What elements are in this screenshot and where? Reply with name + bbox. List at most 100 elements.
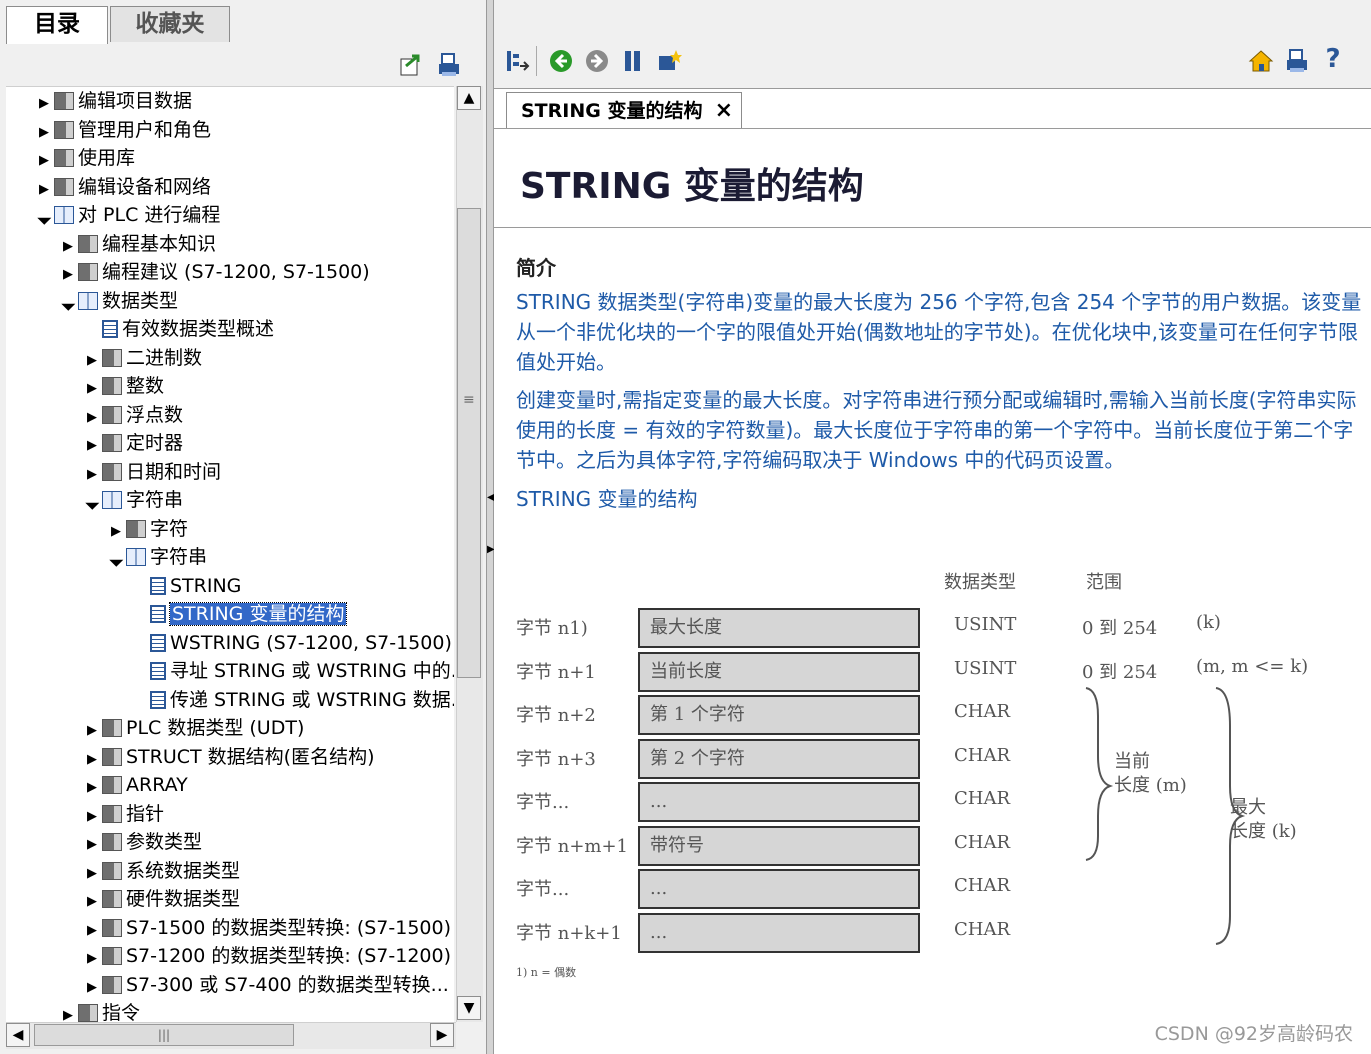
tree-node[interactable]: ▶ 管理用户和角色 xyxy=(34,116,211,144)
tree-node[interactable]: ◢ 对 PLC 进行编程 xyxy=(34,201,221,229)
close-tab-icon[interactable]: × xyxy=(715,93,733,129)
collapsed-arrow-icon[interactable]: ▶ xyxy=(58,261,78,289)
tree-node-label: 日期和时间 xyxy=(126,460,222,483)
book-icon xyxy=(102,890,122,908)
tree-node[interactable]: ▶ 二进制数 xyxy=(82,344,202,372)
scroll-left-button[interactable]: ◀ xyxy=(6,1023,30,1047)
collapsed-arrow-icon[interactable]: ▶ xyxy=(82,917,102,945)
collapsed-arrow-icon[interactable]: ▶ xyxy=(82,803,102,831)
pane-splitter[interactable]: ◀ ▶ xyxy=(486,0,495,1054)
tree-node[interactable]: ▶ ARRAY xyxy=(82,771,188,799)
scroll-right-button[interactable]: ▶ xyxy=(430,1023,454,1047)
toc-pane: 目录 收藏夹 ▶ 编辑项目数据 ▶ 管理用户和角色 ▶ 使用库 ▶ 编辑设备和网络 ◢ 对 PLC… xyxy=(0,0,486,1054)
tab-favorites[interactable]: 收藏夹 xyxy=(110,6,230,42)
collapsed-arrow-icon[interactable]: ▶ xyxy=(106,518,126,546)
tree-node[interactable]: ▶ 指针 xyxy=(82,800,164,828)
tree-node[interactable]: ▶ 日期和时间 xyxy=(82,458,221,486)
tree-node[interactable]: ◢ 数据类型 xyxy=(58,287,179,315)
collapsed-arrow-icon[interactable]: ▶ xyxy=(34,176,54,204)
collapsed-arrow-icon[interactable]: ▶ xyxy=(82,404,102,432)
tree-node[interactable]: ▶ STRUCT 数据结构(匿名结构) xyxy=(82,743,375,771)
tree-node[interactable]: ▶ 浮点数 xyxy=(82,401,183,429)
byte-label: 字节 n1) xyxy=(516,618,588,639)
range-note: (m, m <= k) xyxy=(1196,655,1309,677)
collapsed-arrow-icon[interactable]: ▶ xyxy=(58,233,78,261)
tree-node[interactable]: ◢ 字符串 xyxy=(106,543,208,571)
collapse-left-arrow-icon[interactable]: ◀ xyxy=(487,492,495,503)
collapsed-arrow-icon[interactable]: ▶ xyxy=(82,945,102,973)
export-icon[interactable] xyxy=(398,52,424,78)
bookmark-icon[interactable] xyxy=(620,48,646,74)
tree-node[interactable]: ▶ 编程建议 (S7-1200, S7-1500) xyxy=(58,258,370,286)
collapsed-arrow-icon[interactable]: ▶ xyxy=(82,347,102,375)
collapsed-arrow-icon[interactable]: ▶ xyxy=(82,774,102,802)
tree-node[interactable]: ▶ 整数 xyxy=(82,372,164,400)
tree-node[interactable]: ▶ 系统数据类型 xyxy=(82,857,240,885)
collapsed-arrow-icon[interactable]: ▶ xyxy=(82,888,102,916)
tree-node[interactable]: ◢ 字符串 xyxy=(82,486,184,514)
scroll-up-button[interactable]: ▲ xyxy=(457,86,481,110)
book-icon xyxy=(102,348,122,367)
tree-node[interactable]: ▶ PLC 数据类型 (UDT) xyxy=(82,714,304,742)
brace-max-label: 最大 长度 (k) xyxy=(1230,796,1297,844)
tree-node-label: 传递 STRING 或 WSTRING 数据... xyxy=(170,688,454,711)
tab-contents[interactable]: 目录 xyxy=(6,6,108,45)
collapsed-arrow-icon[interactable]: ▶ xyxy=(34,119,54,147)
scroll-down-button[interactable]: ▼ xyxy=(457,996,481,1020)
tree-node-label: 参数类型 xyxy=(126,831,203,853)
tree-node[interactable]: ▶ 字符 xyxy=(106,515,188,543)
tree-node[interactable]: WSTRING (S7-1200, S7-1500) xyxy=(130,629,452,657)
sync-toc-icon[interactable] xyxy=(504,48,530,74)
collapsed-arrow-icon[interactable]: ▶ xyxy=(34,147,54,175)
collapsed-arrow-icon[interactable]: ▶ xyxy=(82,717,102,745)
print-topic-icon[interactable] xyxy=(1284,48,1310,74)
tree-node[interactable]: ▶ 编程基本知识 xyxy=(58,230,216,258)
book-icon xyxy=(102,975,122,994)
print-icon[interactable] xyxy=(436,52,462,78)
add-favorite-icon[interactable] xyxy=(656,48,682,74)
tree-node-selected[interactable]: STRING 变量的结构 xyxy=(130,600,348,628)
tree-node[interactable]: ▶ 使用库 xyxy=(34,144,135,172)
collapsed-arrow-icon[interactable]: ▶ xyxy=(82,974,102,1002)
tree-node[interactable]: ▶ 参数类型 xyxy=(82,828,202,856)
scroll-thumb[interactable] xyxy=(457,208,481,678)
tree-node-label: 字符串 xyxy=(150,546,208,568)
tree-node-label: S7-1200 的数据类型转换: (S7-1200) xyxy=(126,945,452,967)
tree-node[interactable]: ▶ S7-1500 的数据类型转换: (S7-1500) xyxy=(82,914,451,942)
tree-node-label: ARRAY xyxy=(126,774,188,796)
collapse-right-arrow-icon[interactable]: ▶ xyxy=(487,544,495,555)
tree-node[interactable]: 有效数据类型概述 xyxy=(82,315,274,343)
topic-header: STRING 变量的结构 xyxy=(494,128,1371,228)
collapsed-arrow-icon[interactable]: ▶ xyxy=(34,90,54,118)
topic-tab[interactable]: STRING 变量的结构 × xyxy=(506,92,742,128)
collapsed-arrow-icon[interactable]: ▶ xyxy=(82,831,102,859)
tree-node[interactable]: ▶ 编辑项目数据 xyxy=(34,87,192,115)
collapsed-arrow-icon[interactable]: ▶ xyxy=(58,1002,78,1023)
section-title: 简介 xyxy=(516,256,556,280)
hscroll-thumb[interactable]: ||| xyxy=(34,1024,294,1046)
collapsed-arrow-icon[interactable]: ▶ xyxy=(82,461,102,489)
byte-label: 字节... xyxy=(516,792,570,813)
help-question-icon[interactable]: ? xyxy=(1320,46,1346,72)
tree-node[interactable]: ▶ 指令 xyxy=(58,999,140,1023)
collapsed-arrow-icon[interactable]: ▶ xyxy=(82,746,102,774)
forward-icon[interactable] xyxy=(584,48,610,74)
tree-node[interactable]: 寻址 STRING 或 WSTRING 中的... xyxy=(130,657,454,685)
tree-vertical-scrollbar[interactable]: ▲ ≡ ▼ xyxy=(456,86,483,1022)
tree-node[interactable]: ▶ 编辑设备和网络 xyxy=(34,173,211,201)
tree-node[interactable]: ▶ S7-300 或 S7-400 的数据类型转换... xyxy=(82,971,449,999)
tree-node[interactable]: ▶ S7-1200 的数据类型转换: (S7-1200) xyxy=(82,942,451,970)
topic-tab-label: STRING 变量的结构 xyxy=(521,100,703,122)
home-icon[interactable] xyxy=(1248,48,1274,74)
tree-node-label: 字符 xyxy=(150,517,189,540)
tree-node[interactable]: 传递 STRING 或 WSTRING 数据... xyxy=(130,686,454,714)
tree-node[interactable]: ▶ 硬件数据类型 xyxy=(82,885,240,913)
tree-horizontal-scrollbar[interactable]: ◀ ||| ▶ xyxy=(6,1022,456,1049)
tree-node[interactable]: ▶ 定时器 xyxy=(82,429,183,457)
collapsed-arrow-icon[interactable]: ▶ xyxy=(82,860,102,888)
collapsed-arrow-icon[interactable]: ▶ xyxy=(82,375,102,403)
book-icon xyxy=(102,434,122,452)
collapsed-arrow-icon[interactable]: ▶ xyxy=(82,432,102,460)
tree-node[interactable]: STRING xyxy=(130,572,241,600)
back-icon[interactable] xyxy=(548,48,574,74)
